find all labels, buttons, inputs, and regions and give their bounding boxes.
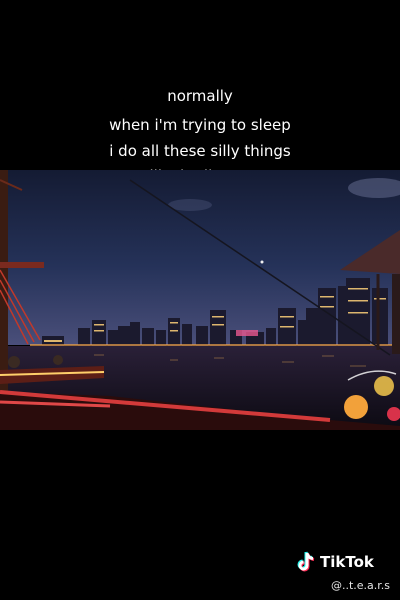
- caption-line-1: normally: [167, 87, 233, 105]
- video-frame: [0, 170, 400, 430]
- pink-building-glow: [236, 330, 258, 336]
- tiktok-watermark: TikTok: [296, 549, 374, 575]
- creator-handle: @..t.e.a.r.s: [330, 579, 390, 592]
- tiktok-brand-text: TikTok: [320, 553, 374, 571]
- caption-line-2: when i'm trying to sleep: [109, 116, 291, 134]
- light-dot: [260, 260, 264, 264]
- caption-line-3: i do all these silly things: [109, 142, 291, 160]
- tiktok-logo-icon: [297, 551, 315, 572]
